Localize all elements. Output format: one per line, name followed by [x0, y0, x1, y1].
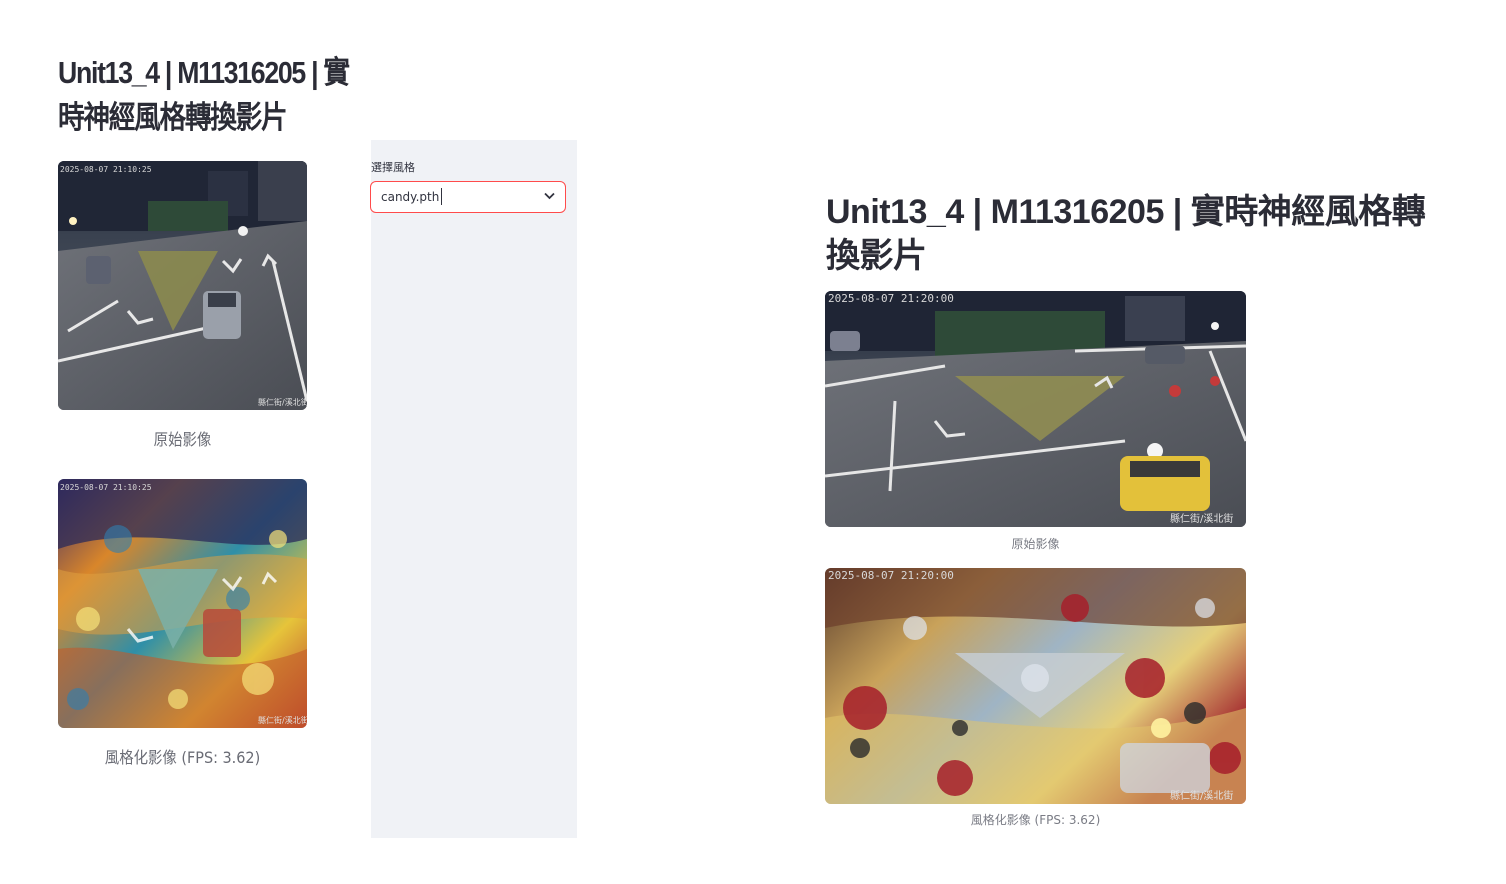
original-caption-wide: 原始影像	[1011, 537, 1060, 551]
style-select[interactable]: candy.pth	[370, 181, 566, 213]
timestamp-overlay: 2025-08-07 21:10:25	[60, 165, 152, 174]
sidebar	[371, 140, 577, 838]
chevron-down-icon[interactable]	[544, 192, 555, 200]
style-select-value: candy.pth	[381, 190, 440, 204]
svg-text:2025-08-07 21:20:00: 2025-08-07 21:20:00	[828, 569, 954, 582]
stylized-video-frame: 2025-08-07 21:10:25 縣仁街/溪北街	[58, 479, 307, 728]
svg-text:縣仁街/溪北街: 縣仁街/溪北街	[1170, 789, 1233, 802]
stylized-caption-wide: 風格化影像 (FPS: 3.62)	[970, 813, 1101, 827]
original-caption: 原始影像	[153, 430, 212, 449]
timestamp-overlay-wide: 2025-08-07 21:20:00	[828, 292, 954, 305]
original-video-frame-wide: 2025-08-07 21:20:00 縣仁街/溪北街	[825, 291, 1246, 527]
camera-watermark: 縣仁街/溪北街	[258, 397, 307, 407]
svg-text:縣仁街/溪北街: 縣仁街/溪北街	[258, 715, 307, 725]
stylized-video-frame-wide: 2025-08-07 21:20:00 縣仁街/溪北街	[825, 568, 1246, 804]
stylized-caption: 風格化影像 (FPS: 3.62)	[104, 748, 261, 767]
page-title-wide: Unit13_4 | M11316205 | 實時神經風格轉換影片	[826, 193, 1426, 275]
svg-text:縣仁街/溪北街: 縣仁街/溪北街	[1170, 512, 1233, 525]
style-select-label: 選擇風格	[371, 161, 415, 174]
page-title: Unit13_4 | M11316205 | 實時神經風格轉換影片	[58, 55, 350, 135]
svg-text:2025-08-07 21:10:25: 2025-08-07 21:10:25	[60, 483, 152, 492]
text-cursor	[441, 188, 442, 205]
original-video-frame: 2025-08-07 21:10:25 縣仁街/溪北街	[58, 161, 307, 410]
